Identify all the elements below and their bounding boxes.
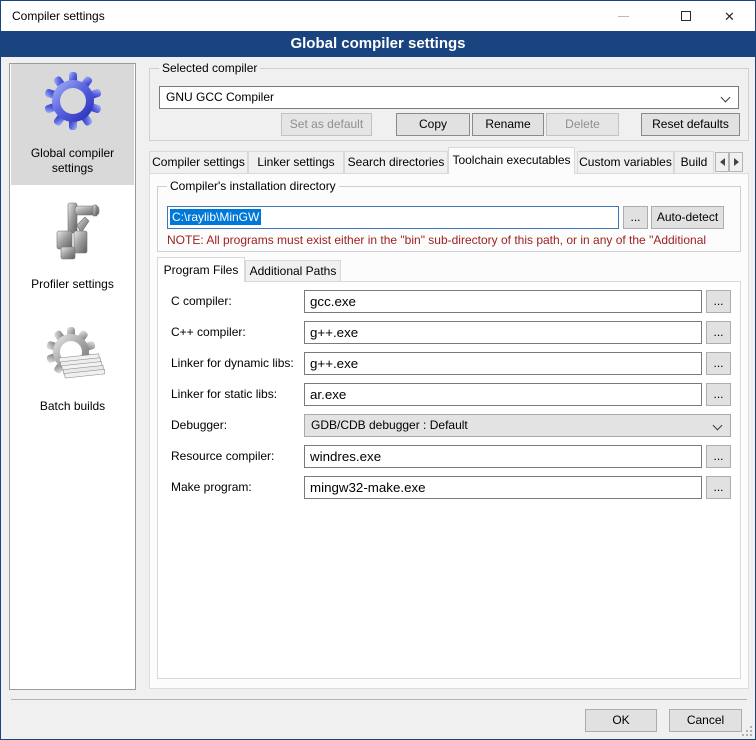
maximize-icon (681, 11, 691, 21)
scroll-left-icon (720, 158, 725, 166)
copy-button[interactable]: Copy (396, 113, 470, 136)
compiler-settings-dialog: Compiler settings ✕ Global compiler sett… (0, 0, 756, 740)
resource-compiler-label: Resource compiler: (171, 445, 274, 468)
tab-search-directories[interactable]: Search directories (344, 151, 448, 174)
make-program-browse-button[interactable]: ... (706, 476, 731, 499)
static-linker-input[interactable] (304, 383, 702, 406)
browse-directory-button[interactable]: ... (623, 206, 648, 229)
subtab-program-files[interactable]: Program Files (157, 257, 245, 282)
selected-path-text: C:\raylib\MinGW (170, 209, 261, 225)
scroll-right-icon (734, 158, 739, 166)
compiler-select-value: GNU GCC Compiler (166, 90, 274, 104)
debugger-select[interactable]: GDB/CDB debugger : Default (304, 414, 731, 437)
maximize-button[interactable] (663, 1, 708, 31)
subtab-additional-paths[interactable]: Additional Paths (245, 260, 341, 282)
tab-build-options[interactable]: Build (674, 151, 714, 174)
resource-compiler-browse-button[interactable]: ... (706, 445, 731, 468)
sidebar-item-label: Profiler settings (31, 277, 114, 292)
debugger-select-value: GDB/CDB debugger : Default (311, 418, 468, 432)
delete-button[interactable]: Delete (546, 113, 619, 136)
chevron-down-icon (721, 93, 731, 103)
window-title: Compiler settings (12, 9, 105, 23)
sidebar-item-batch-builds[interactable]: Batch builds (11, 319, 134, 453)
footer-divider (11, 699, 747, 700)
gray-gear-stack-icon (41, 325, 105, 389)
installation-directory-input[interactable]: C:\raylib\MinGW (167, 206, 619, 229)
caliper-icon (41, 199, 105, 263)
tab-scroll-right-button[interactable] (729, 152, 743, 172)
debugger-label: Debugger: (171, 414, 227, 437)
resize-grip[interactable] (742, 726, 752, 736)
set-as-default-button[interactable]: Set as default (281, 113, 372, 136)
sidebar-item-global-compiler-settings[interactable]: Global compiler settings (11, 64, 134, 185)
auto-detect-button[interactable]: Auto-detect (651, 206, 724, 229)
ok-button[interactable]: OK (585, 709, 657, 732)
tab-linker-settings[interactable]: Linker settings (248, 151, 344, 174)
chevron-down-icon (713, 421, 723, 431)
page-title: Global compiler settings (1, 31, 755, 57)
blue-gear-icon (41, 70, 105, 134)
make-program-label: Make program: (171, 476, 252, 499)
static-linker-browse-button[interactable]: ... (706, 383, 731, 406)
settings-category-list: Global compiler settings (9, 63, 136, 690)
cpp-compiler-input[interactable] (304, 321, 702, 344)
cancel-button[interactable]: Cancel (669, 709, 742, 732)
tab-scroll-left-button[interactable] (715, 152, 729, 172)
close-icon: ✕ (724, 10, 735, 23)
c-compiler-label: C compiler: (171, 290, 232, 313)
title-bar: Compiler settings ✕ (1, 1, 755, 31)
group-legend: Selected compiler (159, 61, 260, 76)
cpp-compiler-browse-button[interactable]: ... (706, 321, 731, 344)
sidebar-item-label: Global compiler settings (11, 146, 134, 176)
resource-compiler-input[interactable] (304, 445, 702, 468)
sidebar-item-profiler-settings[interactable]: Profiler settings (11, 185, 134, 319)
group-legend: Compiler's installation directory (167, 179, 339, 194)
make-program-input[interactable] (304, 476, 702, 499)
tab-compiler-settings[interactable]: Compiler settings (149, 151, 248, 174)
reset-defaults-button[interactable]: Reset defaults (641, 113, 740, 136)
close-button[interactable]: ✕ (707, 1, 752, 31)
minimize-icon (618, 16, 629, 17)
tab-custom-variables[interactable]: Custom variables (577, 151, 674, 174)
dynamic-linker-browse-button[interactable]: ... (706, 352, 731, 375)
dynamic-linker-input[interactable] (304, 352, 702, 375)
cpp-compiler-label: C++ compiler: (171, 321, 246, 344)
sidebar-item-label: Batch builds (40, 399, 105, 414)
rename-button[interactable]: Rename (472, 113, 544, 136)
bin-subdirectory-note: NOTE: All programs must exist either in … (167, 232, 735, 248)
c-compiler-browse-button[interactable]: ... (706, 290, 731, 313)
compiler-select[interactable]: GNU GCC Compiler (159, 86, 739, 109)
tab-toolchain-executables[interactable]: Toolchain executables (448, 147, 575, 174)
c-compiler-input[interactable] (304, 290, 702, 313)
static-linker-label: Linker for static libs: (171, 383, 277, 406)
minimize-button[interactable] (601, 1, 646, 31)
dynamic-linker-label: Linker for dynamic libs: (171, 352, 294, 375)
